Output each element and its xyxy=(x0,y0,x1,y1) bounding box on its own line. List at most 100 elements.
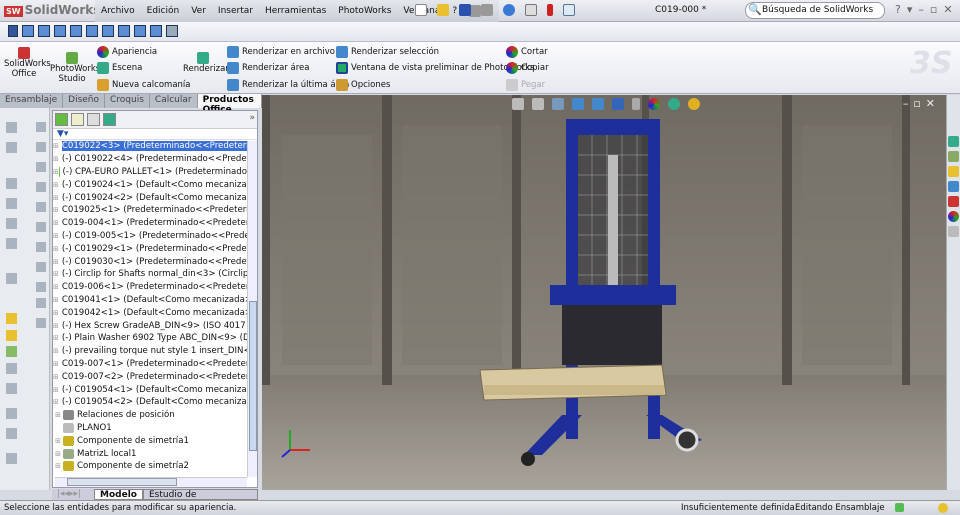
solidworks-resources-icon[interactable] xyxy=(948,136,959,147)
expand-icon[interactable]: ⊞ xyxy=(53,258,59,266)
solidworks-office-button[interactable]: SolidWorks Office xyxy=(4,47,51,79)
expand-icon[interactable]: ⊞ xyxy=(53,296,59,304)
tree-vertical-scrollbar[interactable] xyxy=(247,141,257,477)
escena-button[interactable]: Escena xyxy=(97,62,142,74)
menu-edicion[interactable]: Edición xyxy=(147,6,180,16)
tree-item[interactable]: ⊞ (-) C019054<2> (Default<Como mecanizada xyxy=(53,396,247,409)
tab-croquis[interactable]: Croquis xyxy=(105,94,150,108)
expand-icon[interactable]: ⊞ xyxy=(53,142,59,150)
expand-icon[interactable]: ⊞ xyxy=(53,322,59,330)
tree-item[interactable]: ⊞ (-) C019029<1> (Predeterminado<<Predete… xyxy=(53,242,247,255)
tree-item[interactable]: ⊞ (-) CPA-EURO PALLET<1> (Predeterminado xyxy=(53,166,247,179)
tab-calcular[interactable]: Calcular xyxy=(150,94,198,108)
expand-icon[interactable]: ⊞ xyxy=(53,334,59,342)
previous-view-icon[interactable] xyxy=(552,98,564,110)
tree-item[interactable]: ⊞ C019022<3> (Predeterminado<<Predetermi xyxy=(53,140,247,153)
copiar-button[interactable]: Copiar xyxy=(506,62,549,74)
open-folder-icon[interactable] xyxy=(437,4,449,16)
file-explorer-icon[interactable] xyxy=(948,166,959,177)
appearances-scenes-icon[interactable] xyxy=(948,211,959,222)
tree-item[interactable]: ⊞ (-) prevailing torque nut style 1 inser… xyxy=(53,345,247,358)
photoworks-studio-button[interactable]: PhotoWorks Studio xyxy=(50,52,100,84)
expand-icon[interactable]: ⊞ xyxy=(53,386,59,394)
assembly-tools-icons[interactable] xyxy=(0,108,50,490)
expand-panel-icon[interactable]: » xyxy=(249,113,255,126)
cortar-button[interactable]: Cortar xyxy=(506,46,548,58)
tab-diseno[interactable]: Diseño xyxy=(63,94,106,108)
nueva-calcomania-button[interactable]: Nueva calcomanía xyxy=(97,79,190,91)
tree-item[interactable]: ⊞ (-) C019024<2> (Default<Como mecanizada xyxy=(53,191,247,204)
view-front-icon[interactable] xyxy=(22,25,34,37)
expand-icon[interactable]: ⊞ xyxy=(53,181,59,189)
rebuild-status-icon[interactable] xyxy=(938,503,948,513)
expand-icon[interactable]: ⊞ xyxy=(53,373,59,381)
expand-icon[interactable]: ⊞ xyxy=(53,450,63,458)
render-seleccion-button[interactable]: Renderizar selección xyxy=(336,46,439,58)
expand-icon[interactable]: ⊞ xyxy=(53,398,59,406)
search-tab-icon[interactable] xyxy=(948,181,959,192)
expand-icon[interactable]: ⊞ xyxy=(53,360,59,368)
tree-item[interactable]: ⊞ (-) C019-005<1> (Predeterminado<<Predet… xyxy=(53,230,247,243)
view-settings-icon[interactable] xyxy=(688,98,700,110)
configuration-manager-tab-icon[interactable] xyxy=(87,113,100,126)
filter-icon[interactable]: ▼▾ xyxy=(53,129,257,140)
view-back-icon[interactable] xyxy=(38,25,50,37)
scrollbar-thumb[interactable] xyxy=(249,301,257,451)
normal-to-icon[interactable] xyxy=(8,25,18,37)
opciones-button[interactable]: Opciones xyxy=(336,79,390,91)
custom-properties-icon[interactable] xyxy=(948,226,959,237)
select-arrow-icon[interactable] xyxy=(525,4,537,16)
menu-insertar[interactable]: Insertar xyxy=(218,6,253,16)
property-manager-tab-icon[interactable] xyxy=(71,113,84,126)
expand-icon[interactable]: ⊞ xyxy=(53,437,63,445)
menu-herramientas[interactable]: Herramientas xyxy=(265,6,326,16)
tree-item[interactable]: ⊞ (-) Plain Washer 6902 Type ABC_DIN<9> (… xyxy=(53,332,247,345)
tree-item[interactable]: ⊞ C019025<1> (Predeterminado<<Predetermi xyxy=(53,204,247,217)
tree-item[interactable]: PLANO1 xyxy=(53,422,247,435)
horizontal-scrollbar-thumb[interactable] xyxy=(67,478,177,486)
tab-modelo[interactable]: Modelo xyxy=(94,489,143,500)
expand-icon[interactable]: ⊞ xyxy=(53,194,59,202)
menu-archivo[interactable]: Archivo xyxy=(101,6,135,16)
section-view-icon[interactable] xyxy=(572,98,584,110)
tab-productos-office[interactable]: Productos Office xyxy=(197,94,262,115)
apply-scene-icon[interactable] xyxy=(668,98,680,110)
apariencia-button[interactable]: Apariencia xyxy=(97,46,157,58)
view-bottom-icon[interactable] xyxy=(102,25,114,37)
tree-item[interactable]: ⊞ C019041<1> (Default<Como mecanizada>< xyxy=(53,294,247,307)
render-area-button[interactable]: Renderizar área xyxy=(227,62,309,74)
new-document-icon[interactable] xyxy=(415,4,427,16)
expand-icon[interactable]: ⊞ xyxy=(53,219,59,227)
menu-ver[interactable]: Ver xyxy=(191,6,206,16)
expand-icon[interactable]: ⊞ xyxy=(53,206,59,214)
zoom-to-fit-icon[interactable] xyxy=(512,98,524,110)
viewport-window-controls[interactable]: –▫✕ xyxy=(903,97,940,110)
zoom-area-icon[interactable] xyxy=(532,98,544,110)
view-selector-icon[interactable] xyxy=(166,25,178,37)
ventana-preliminar-button[interactable]: Ventana de vista preliminar de PhotoWork… xyxy=(336,62,535,74)
tree-item[interactable]: ⊞ C019-004<1> (Predeterminado<<Predeterm xyxy=(53,217,247,230)
tree-item[interactable]: ⊞ C019-006<1> (Predeterminado<<Predeterm xyxy=(53,281,247,294)
tree-item[interactable]: ⊞ Relaciones de posición xyxy=(53,409,247,422)
tab-ensamblaje[interactable]: Ensamblaje xyxy=(0,94,64,108)
view-isometric-icon[interactable] xyxy=(118,25,130,37)
render-ultima-area-button[interactable]: Renderizar la última área xyxy=(227,79,349,91)
view-top-icon[interactable] xyxy=(86,25,98,37)
rebuild-icon[interactable] xyxy=(547,4,553,16)
tree-item[interactable]: ⊞ Componente de simetría1 xyxy=(53,434,247,447)
tab-navigation-arrows[interactable]: |◂◂▸▸| xyxy=(52,489,94,500)
undo-icon[interactable] xyxy=(503,4,515,16)
menu-photoworks[interactable]: PhotoWorks xyxy=(338,6,391,16)
expand-icon[interactable]: ⊞ xyxy=(53,232,59,240)
design-library-icon[interactable] xyxy=(948,151,959,162)
display-style-icon[interactable] xyxy=(612,98,624,110)
view-left-icon[interactable] xyxy=(54,25,66,37)
expand-icon[interactable]: ⊞ xyxy=(53,168,59,176)
hide-show-icon[interactable] xyxy=(632,98,640,110)
pegar-button[interactable]: Pegar xyxy=(506,79,545,91)
help-icon[interactable] xyxy=(895,503,904,512)
window-controls[interactable]: ?▾–▫✕ xyxy=(895,3,959,16)
expand-icon[interactable]: ⊞ xyxy=(53,462,63,470)
forklift-render[interactable] xyxy=(262,95,946,490)
display-manager-tab-icon[interactable] xyxy=(103,113,116,126)
